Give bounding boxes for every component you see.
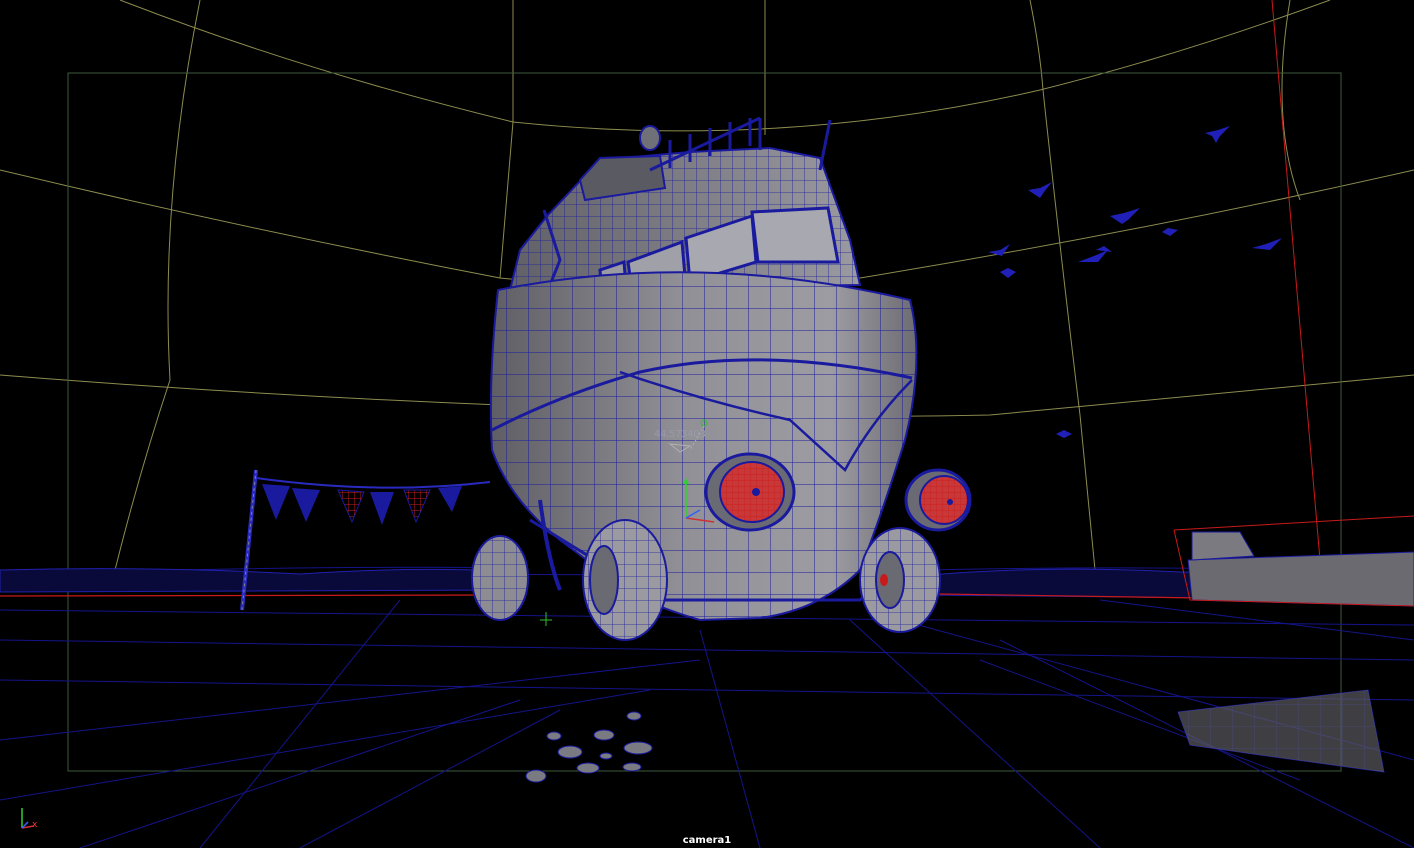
axis-x-label: x bbox=[32, 820, 38, 830]
camera-frustum-line bbox=[1271, 0, 1321, 561]
ground-locator bbox=[540, 612, 552, 626]
3d-viewport[interactable] bbox=[0, 0, 1414, 848]
wheel-front-left bbox=[582, 519, 668, 641]
distance-measurement-label: 44.573403 bbox=[654, 429, 706, 440]
headlight-right bbox=[904, 468, 972, 532]
side-boat bbox=[1173, 515, 1414, 607]
camera-name-label: camera1 bbox=[682, 835, 732, 846]
headlight-left bbox=[704, 452, 796, 532]
boat-vehicle-mesh[interactable] bbox=[471, 116, 972, 641]
terrain-ridge bbox=[0, 568, 521, 593]
wheel-rear-left bbox=[471, 535, 529, 621]
wheel-front-right bbox=[859, 527, 941, 633]
